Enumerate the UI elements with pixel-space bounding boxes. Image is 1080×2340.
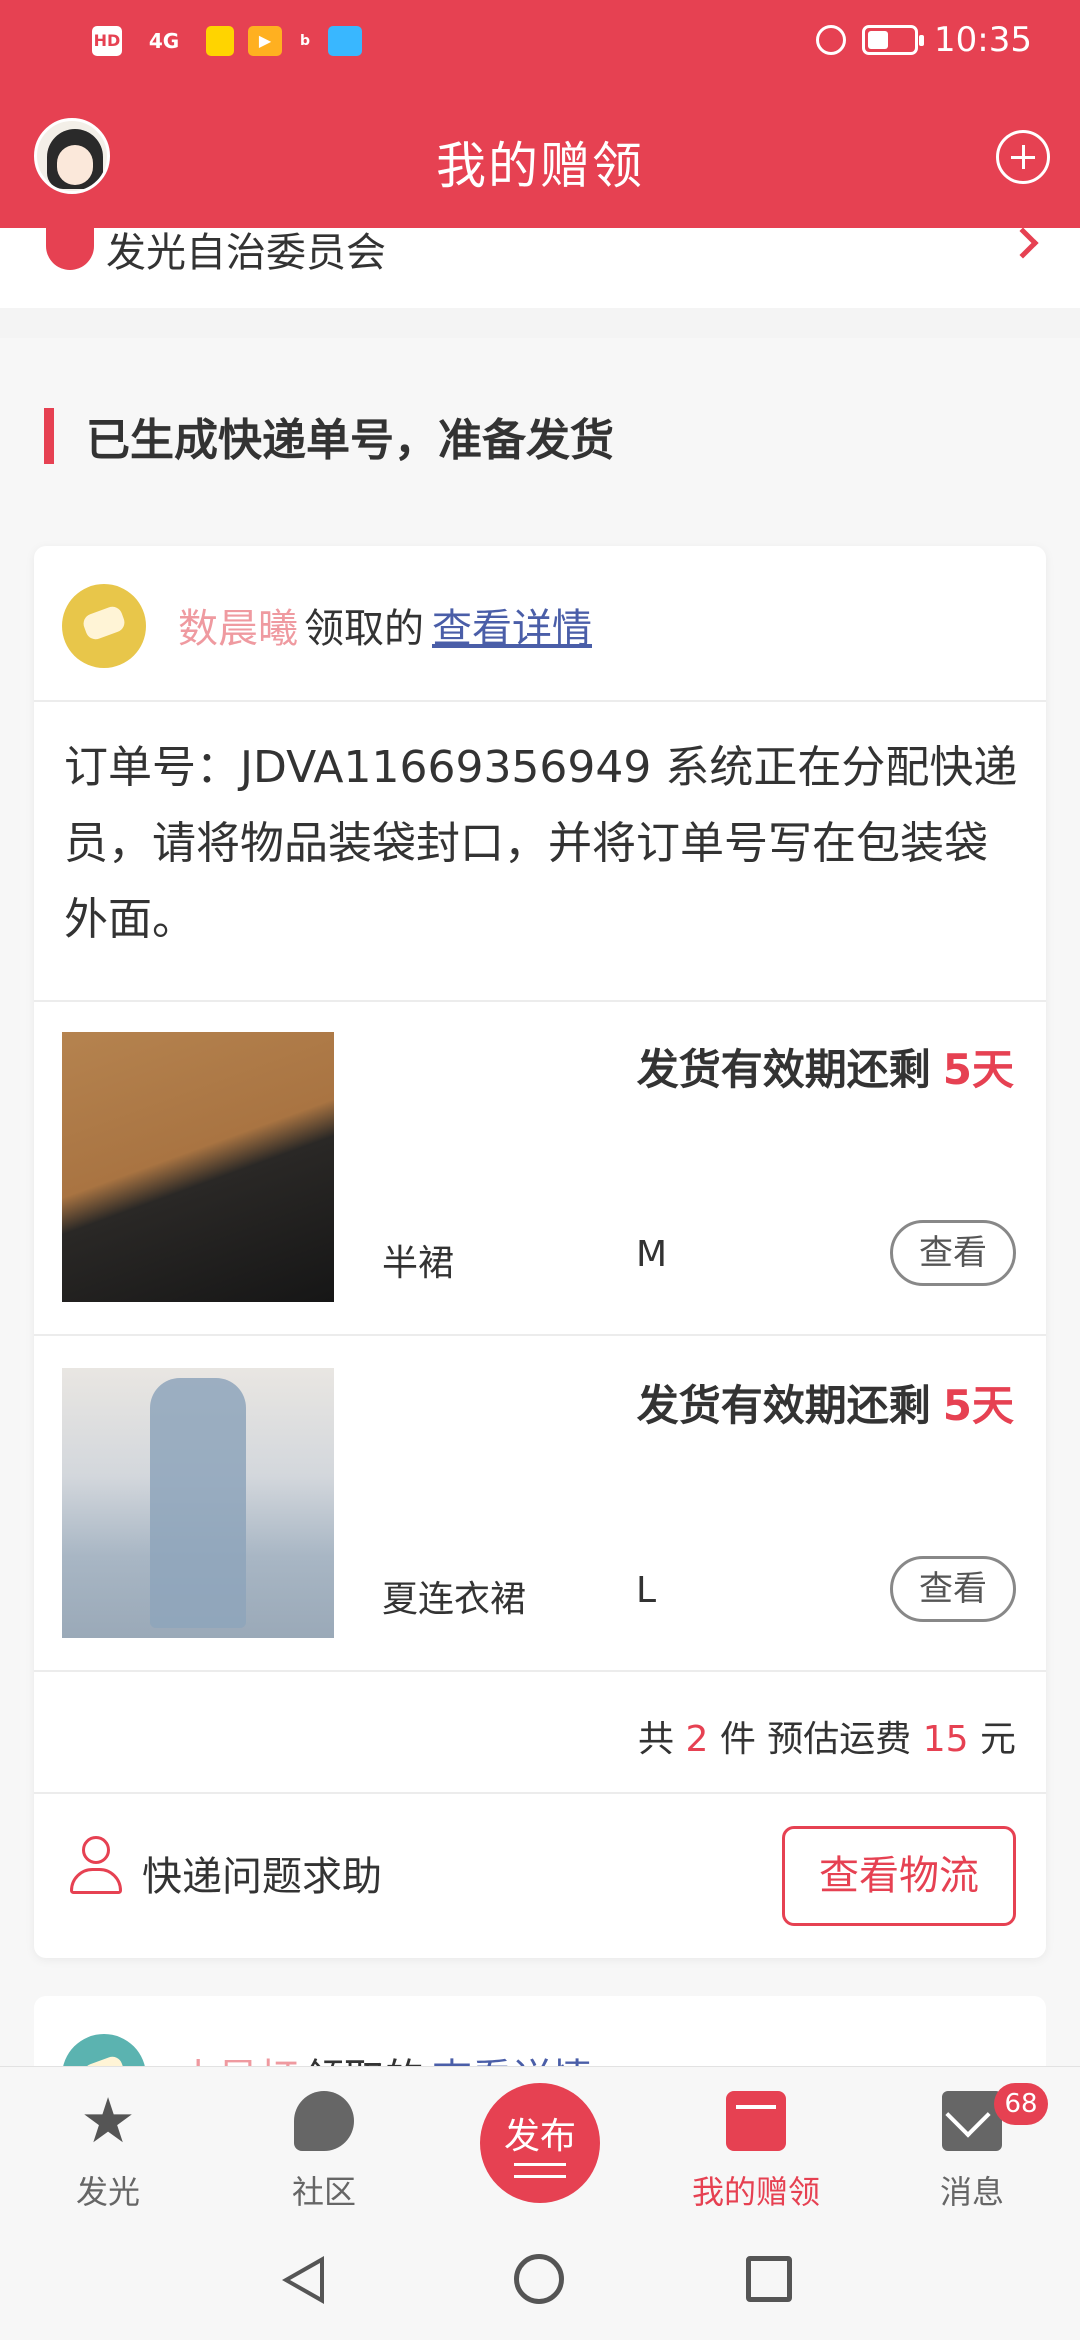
item-size: L	[636, 1570, 657, 1611]
committee-label: 发光自治委员会	[106, 230, 386, 276]
item-size: M	[636, 1234, 668, 1275]
deadline-text: 发货有效期还剩 5天	[637, 1372, 1014, 1433]
days-remaining: 5天	[942, 1045, 1014, 1094]
view-button[interactable]: 查看	[890, 1556, 1016, 1622]
star-icon: ★	[80, 2084, 136, 2157]
tab-community[interactable]: 社区	[216, 2067, 432, 2221]
app-notification-icon	[206, 26, 234, 56]
page-title: 我的赠领	[436, 137, 644, 195]
summary-text: 共 2 件 预估运费 15 元	[638, 1710, 1016, 1762]
item-name: 半裙	[382, 1243, 455, 1284]
small-app-icon: b	[299, 33, 311, 49]
person-head	[82, 1836, 110, 1864]
days-remaining: 5天	[942, 1381, 1014, 1430]
person-body	[70, 1868, 122, 1894]
unread-badge: 68	[994, 2083, 1048, 2125]
order-summary: 共 2 件 预估运费 15 元	[34, 1674, 1046, 1794]
tab-label: 发光	[75, 2173, 140, 2211]
tab-messages[interactable]: 68 消息	[864, 2067, 1080, 2221]
publish-line	[514, 2175, 566, 2178]
committee-icon	[46, 228, 94, 270]
section-accent-bar	[44, 408, 54, 464]
hd-icon: HD	[92, 26, 122, 56]
deadline-text: 发货有效期还剩 5天	[637, 1036, 1014, 1097]
currency: 元	[979, 1719, 1016, 1760]
status-bar: HD 4G ▶ b 10:35	[0, 0, 1080, 86]
alarm-icon	[816, 25, 847, 55]
publish-line	[514, 2163, 566, 2166]
status-icons-right: 10:35	[816, 20, 1032, 60]
summary-unit: 件 预估运费	[719, 1719, 912, 1760]
list-item: 发货有效期还剩 5天 半裙 M 查看	[34, 1002, 1046, 1336]
title-bar: 我的赠领	[0, 110, 1080, 210]
tab-label: 社区	[291, 2173, 356, 2211]
back-icon[interactable]	[282, 2256, 324, 2304]
order-card: 数晨曦 领取的 查看详情 订单号：JDVA11669356949 系统正在分配快递员…	[34, 546, 1046, 1958]
add-button[interactable]	[996, 130, 1050, 184]
app-header: HD 4G ▶ b 10:35 我的赠领	[0, 0, 1080, 228]
reader-app-icon	[328, 26, 362, 56]
shipping-section: 已生成快递单号，准备发货 数晨曦 领取的 查看详情 订单号：JDVA11669356…	[0, 338, 1080, 2116]
battery-level	[868, 31, 889, 49]
video-app-icon: ▶	[248, 26, 282, 56]
recent-apps-icon[interactable]	[746, 2256, 792, 2302]
battery-icon	[862, 25, 925, 55]
summary-prefix: 共	[637, 1719, 674, 1760]
person-icon[interactable]	[70, 1836, 122, 1896]
status-icons-left: HD 4G ▶ b	[92, 26, 362, 56]
signal-icon: 4G	[148, 29, 180, 53]
chevron-right-icon	[1007, 227, 1039, 259]
list-item: 发货有效期还剩 5天 夏连衣裙 L 查看	[34, 1338, 1046, 1672]
item-photo[interactable]	[62, 1032, 334, 1302]
card-header: 数晨曦 领取的 查看详情	[34, 546, 1046, 702]
order-instructions: 订单号：JDVA11669356949 系统正在分配快递员，请将物品装袋封口，并…	[64, 742, 1018, 945]
tab-glow[interactable]: ★ 发光	[0, 2067, 216, 2221]
publish-label: 发布	[503, 2116, 576, 2157]
tab-label: 我的赠领	[691, 2173, 820, 2211]
shipping-fee: 15	[922, 1719, 969, 1760]
deadline-label: 发货有效期还剩	[636, 1381, 931, 1430]
book-icon	[726, 2091, 786, 2151]
claimer-name[interactable]: 数晨曦	[178, 606, 298, 652]
publish-button[interactable]: 发布	[480, 2083, 600, 2203]
home-icon[interactable]	[514, 2254, 564, 2304]
claimed-text: 领取的	[304, 606, 424, 652]
view-logistics-button[interactable]: 查看物流	[782, 1826, 1016, 1926]
clock: 10:35	[934, 20, 1032, 60]
claimer-line: 数晨曦 领取的 查看详情	[178, 596, 592, 654]
tab-my-gifts[interactable]: 我的赠领	[648, 2067, 864, 2221]
chat-icon	[294, 2091, 354, 2151]
tab-label: 消息	[939, 2173, 1004, 2211]
deadline-label: 发货有效期还剩	[636, 1045, 931, 1094]
system-nav-bar	[0, 2220, 1080, 2340]
committee-row[interactable]: 发光自治委员会	[0, 227, 1080, 308]
section-title: 已生成快递单号，准备发货	[86, 415, 614, 466]
claimer-avatar[interactable]	[62, 584, 146, 668]
bottom-tab-bar: ★ 发光 社区 发布 我的赠领 68 消息	[0, 2066, 1080, 2220]
item-photo[interactable]	[62, 1368, 334, 1638]
item-name: 夏连衣裙	[382, 1579, 527, 1620]
mail-icon	[942, 2091, 1002, 2151]
view-details-link[interactable]: 查看详情	[432, 606, 592, 652]
item-count: 2	[685, 1719, 709, 1760]
courier-help-link[interactable]: 快递问题求助	[142, 1844, 382, 1902]
view-button[interactable]: 查看	[890, 1220, 1016, 1286]
help-row: 快递问题求助 查看物流	[34, 1796, 1046, 1958]
